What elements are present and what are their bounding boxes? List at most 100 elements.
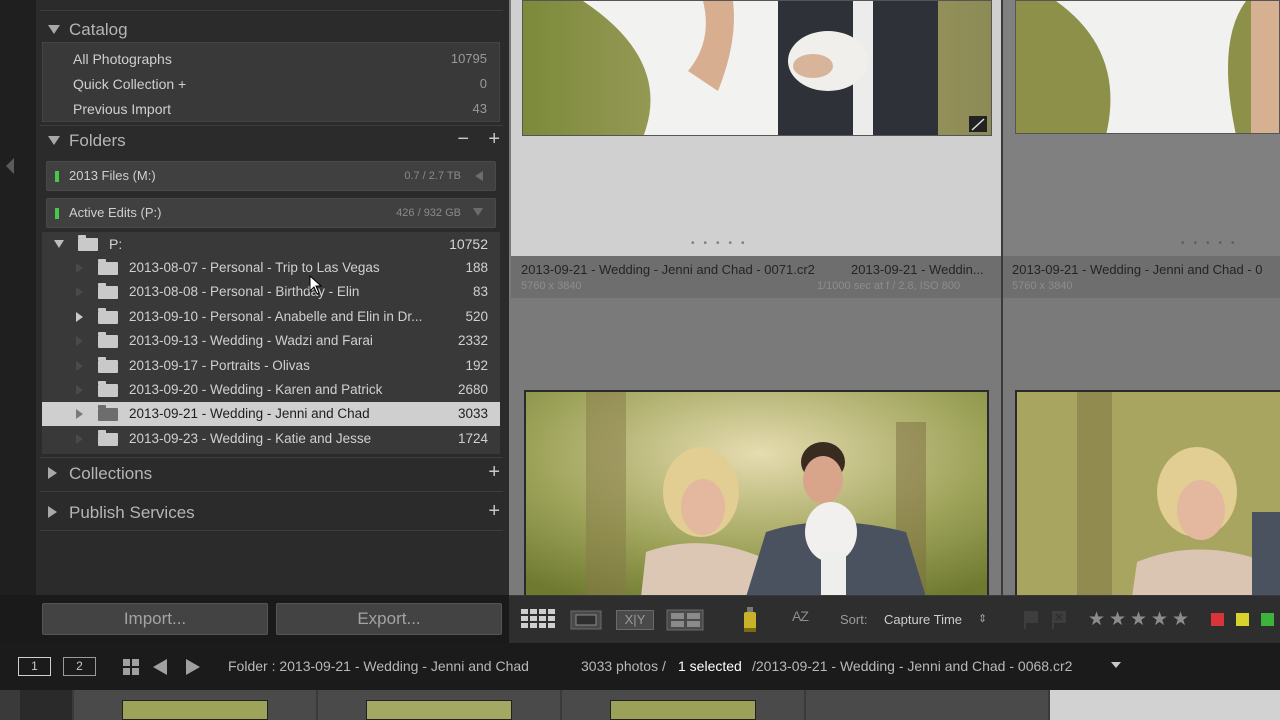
expand-triangle-icon[interactable]: [48, 467, 57, 479]
filmstrip-thumbnail[interactable]: [122, 700, 268, 720]
volume-active-edits[interactable]: Active Edits (P:) 426 / 932 GB: [46, 198, 496, 228]
back-arrow-icon[interactable]: [153, 659, 167, 675]
collections-panel-header[interactable]: Collections +: [40, 459, 503, 489]
collapse-triangle-icon[interactable]: [48, 25, 60, 34]
photo-thumbnail[interactable]: [524, 390, 989, 595]
survey-view-icon[interactable]: [666, 609, 704, 631]
add-folder-icon[interactable]: +: [488, 128, 500, 151]
folder-icon: [78, 235, 98, 251]
grid-cell[interactable]: •••••: [1003, 0, 1280, 256]
secondary-monitor-button[interactable]: 2: [63, 657, 96, 676]
wedding-photo-image: [1016, 1, 1279, 133]
disclosure-triangle-icon[interactable]: [76, 385, 83, 395]
folder-source-label[interactable]: Folder : 2013-09-21 - Wedding - Jenni an…: [228, 658, 529, 674]
disclosure-triangle-icon[interactable]: [76, 434, 83, 444]
add-collection-icon[interactable]: +: [488, 461, 500, 484]
filmstrip-cell[interactable]: [74, 690, 316, 720]
filename-dropdown-icon[interactable]: [1111, 662, 1121, 668]
collapse-triangle-icon[interactable]: [48, 136, 60, 145]
disclosure-triangle-icon[interactable]: [76, 361, 83, 371]
forward-arrow-icon[interactable]: [186, 659, 200, 675]
export-button[interactable]: Export...: [276, 603, 502, 635]
folder-item[interactable]: 2013-09-20 - Wedding - Karen and Patrick…: [42, 378, 500, 402]
filmstrip-thumbnail[interactable]: [366, 700, 512, 720]
folder-icon: [98, 405, 118, 421]
folder-item[interactable]: 2013-09-23 - Wedding - Katie and Jesse 1…: [42, 427, 500, 451]
loupe-view-icon[interactable]: [570, 610, 602, 630]
selection-count: 1 selected: [678, 658, 742, 674]
folders-title: Folders: [69, 131, 126, 150]
volume-collapse-icon[interactable]: [473, 208, 483, 216]
compare-view-icon[interactable]: X|Y: [616, 610, 654, 630]
add-publish-service-icon[interactable]: +: [488, 500, 500, 523]
color-label-yellow[interactable]: [1236, 613, 1249, 626]
rating-star-icon[interactable]: ★: [1151, 608, 1168, 631]
filmstrip-thumbnail[interactable]: [610, 700, 756, 720]
sort-label: Sort:: [840, 612, 868, 627]
photo-grid: ••••• ••••• 2013-09-21 - Wedding - Jenni…: [509, 0, 1280, 595]
grid-view-icon[interactable]: [521, 608, 557, 632]
grid-view-small-icon[interactable]: [122, 658, 140, 676]
filmstrip-edge: [20, 690, 72, 720]
remove-folder-icon[interactable]: −: [457, 128, 469, 151]
folders-panel-header[interactable]: Folders − +: [40, 126, 503, 156]
publish-services-panel-header[interactable]: Publish Services +: [40, 498, 503, 528]
grid-cell-selected[interactable]: •••••: [511, 0, 1001, 256]
filmstrip: [0, 690, 1280, 720]
filmstrip-cell[interactable]: [806, 690, 1048, 720]
filmstrip-cell[interactable]: [318, 690, 560, 720]
import-button[interactable]: Import...: [42, 603, 268, 635]
disclosure-triangle-icon[interactable]: [54, 240, 64, 248]
folder-root-p[interactable]: P: 10752: [42, 232, 500, 256]
volume-status-indicator: [55, 171, 59, 182]
wedding-photo-image: [526, 392, 987, 595]
folder-item[interactable]: 2013-08-08 - Personal - Birthday - Elin …: [42, 280, 500, 304]
rating-star-icon[interactable]: ★: [1172, 608, 1189, 631]
photo-thumbnail[interactable]: [1015, 0, 1280, 134]
collapse-left-panel-icon[interactable]: [6, 158, 14, 174]
painter-spray-can-icon[interactable]: [741, 606, 759, 634]
folder-tree: P: 10752 2013-08-07 - Personal - Trip to…: [42, 232, 500, 454]
catalog-item-quick-collection[interactable]: Quick Collection + 0: [43, 72, 499, 96]
flag-reject-icon[interactable]: [1051, 610, 1067, 630]
photo-thumbnail[interactable]: [1015, 390, 1280, 595]
rating-star-icon[interactable]: ★: [1109, 608, 1126, 631]
filmstrip-cell[interactable]: [562, 690, 804, 720]
disclosure-triangle-icon[interactable]: [76, 409, 83, 419]
sort-direction-icon[interactable]: AZ: [792, 608, 809, 624]
catalog-item-previous-import[interactable]: Previous Import 43: [43, 97, 499, 121]
wedding-photo-image: [1017, 392, 1280, 595]
photo-count: 3033 photos /: [581, 658, 666, 674]
folder-item[interactable]: 2013-08-07 - Personal - Trip to Las Vega…: [42, 256, 500, 280]
volume-expand-icon[interactable]: [475, 171, 483, 181]
folder-item-selected[interactable]: 2013-09-21 - Wedding - Jenni and Chad 30…: [42, 402, 500, 426]
photo-thumbnail[interactable]: [522, 0, 992, 136]
catalog-panel-header[interactable]: Catalog: [40, 15, 503, 45]
rating-star-icon[interactable]: ★: [1088, 608, 1105, 631]
left-panel-edge[interactable]: [0, 0, 36, 595]
expand-triangle-icon[interactable]: [48, 506, 57, 518]
sort-dropdown-arrows-icon[interactable]: ⇕: [978, 612, 987, 625]
rating-star-icon[interactable]: ★: [1130, 608, 1147, 631]
disclosure-triangle-icon[interactable]: [76, 263, 83, 273]
selected-filename: /2013-09-21 - Wedding - Jenni and Chad -…: [752, 658, 1073, 674]
disclosure-triangle-icon[interactable]: [76, 312, 83, 322]
disclosure-triangle-icon[interactable]: [76, 336, 83, 346]
filmstrip-cell-selected[interactable]: [1050, 690, 1280, 720]
folder-item[interactable]: 2013-09-13 - Wedding - Wadzi and Farai 2…: [42, 329, 500, 353]
flag-pick-icon[interactable]: [1023, 610, 1039, 630]
color-label-green[interactable]: [1261, 613, 1274, 626]
wedding-photo-image: [523, 1, 991, 135]
sort-dropdown[interactable]: Capture Time: [884, 612, 962, 627]
lightroom-library: Catalog All Photographs 10795 Quick Coll…: [0, 0, 1280, 720]
volume-2013-files[interactable]: 2013 Files (M:) 0.7 / 2.7 TB: [46, 161, 496, 191]
disclosure-triangle-icon[interactable]: [76, 287, 83, 297]
catalog-item-all-photographs[interactable]: All Photographs 10795: [43, 47, 499, 71]
folder-item[interactable]: 2013-09-17 - Portraits - Olivas 192: [42, 354, 500, 378]
primary-monitor-button[interactable]: 1: [18, 657, 51, 676]
folder-icon: [98, 332, 118, 348]
folder-item[interactable]: 2013-09-10 - Personal - Anabelle and Eli…: [42, 305, 500, 329]
color-label-red[interactable]: [1211, 613, 1224, 626]
cell-caption: 2013-09-21 - Wedding - Jenni and Chad - …: [511, 256, 1001, 298]
mouse-cursor-icon: [309, 275, 323, 295]
